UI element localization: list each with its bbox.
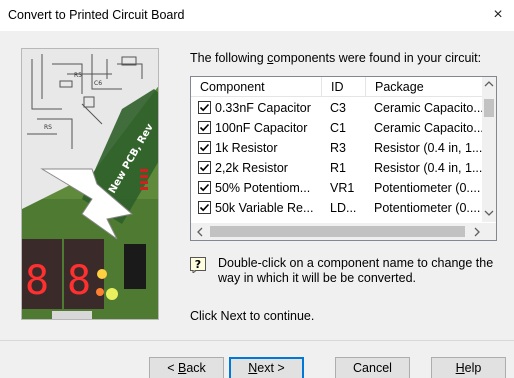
scroll-up-icon[interactable] [482, 79, 496, 92]
row-checkbox[interactable] [198, 181, 211, 194]
component-name: 0.33nF Capacitor [215, 101, 311, 115]
question-mark-icon: ? [190, 257, 206, 275]
component-id: VR1 [330, 181, 355, 195]
row-checkbox[interactable] [198, 101, 211, 114]
vertical-scroll-thumb[interactable] [484, 99, 494, 117]
row-checkbox[interactable] [198, 141, 211, 154]
horizontal-scrollbar[interactable] [191, 223, 484, 240]
svg-text:C6: C6 [94, 80, 102, 87]
svg-text:8: 8 [67, 258, 91, 304]
component-name: 50k Variable Re... [215, 201, 314, 215]
list-item[interactable]: 100nF Capacitor C1 Ceramic Capacito... [191, 118, 484, 138]
components-list[interactable]: Component ID Package 0.33nF Capacitor C3… [190, 76, 497, 241]
list-item[interactable]: 50k Variable Re... LD... Potentiometer (… [191, 198, 484, 218]
component-package: Ceramic Capacito... [374, 121, 484, 135]
horizontal-scroll-thumb[interactable] [210, 226, 465, 237]
list-item[interactable]: 2,2k Resistor R1 Resistor (0.4 in, 1... [191, 158, 484, 178]
row-checkbox[interactable] [198, 201, 211, 214]
list-header: Component ID Package [191, 77, 484, 97]
next-instruction: Click Next to continue. [190, 309, 315, 323]
cancel-button[interactable]: Cancel [335, 357, 410, 378]
component-name: 100nF Capacitor [215, 121, 308, 135]
component-name: 1k Resistor [215, 141, 278, 155]
component-package: Ceramic Capacito... [374, 101, 484, 115]
component-name: 2,2k Resistor [215, 161, 288, 175]
hint-text: Double-click on a component name to chan… [218, 256, 494, 285]
list-item[interactable]: 50% Potentiom... VR1 Potentiometer (0...… [191, 178, 484, 198]
window-title: Convert to Printed Circuit Board [8, 8, 185, 22]
component-package: Potentiometer (0.... [374, 201, 481, 215]
component-package: Potentiometer (0.... [374, 181, 481, 195]
close-button[interactable]: × [488, 6, 508, 24]
component-id: C1 [330, 121, 346, 135]
title-bar: Convert to Printed Circuit Board × [0, 0, 514, 30]
scrollbar-corner [482, 223, 496, 240]
list-item[interactable]: 0.33nF Capacitor C3 Ceramic Capacito... [191, 98, 484, 118]
component-id: R1 [330, 161, 346, 175]
component-id: LD... [330, 201, 357, 215]
next-button[interactable]: Next > [229, 357, 304, 378]
svg-text:?: ? [195, 258, 201, 271]
intro-text: The following components were found in y… [190, 51, 482, 65]
wizard-pcb-illustration: R5 C6 RS New PCB, Rev 8 8 [21, 48, 159, 320]
svg-text:RS: RS [44, 124, 52, 131]
svg-text:8: 8 [25, 258, 49, 304]
list-item[interactable]: 1k Resistor R3 Resistor (0.4 in, 1... [191, 138, 484, 158]
scroll-left-icon[interactable] [193, 225, 207, 240]
component-name: 50% Potentiom... [215, 181, 311, 195]
component-package: Resistor (0.4 in, 1... [374, 141, 483, 155]
component-id: R3 [330, 141, 346, 155]
svg-text:R5: R5 [74, 72, 82, 79]
column-header-package[interactable]: Package [366, 77, 484, 97]
column-header-id[interactable]: ID [322, 77, 366, 97]
help-button[interactable]: Help [431, 357, 506, 378]
component-id: C3 [330, 101, 346, 115]
vertical-scrollbar[interactable] [482, 77, 496, 222]
list-rows: 0.33nF Capacitor C3 Ceramic Capacito... … [191, 98, 484, 218]
component-package: Resistor (0.4 in, 1... [374, 161, 483, 175]
row-checkbox[interactable] [198, 161, 211, 174]
button-bar: < Back Next > Cancel Help [0, 340, 514, 378]
back-button[interactable]: < Back [149, 357, 224, 378]
row-checkbox[interactable] [198, 121, 211, 134]
scroll-down-icon[interactable] [482, 208, 496, 221]
column-header-component[interactable]: Component [191, 77, 322, 97]
